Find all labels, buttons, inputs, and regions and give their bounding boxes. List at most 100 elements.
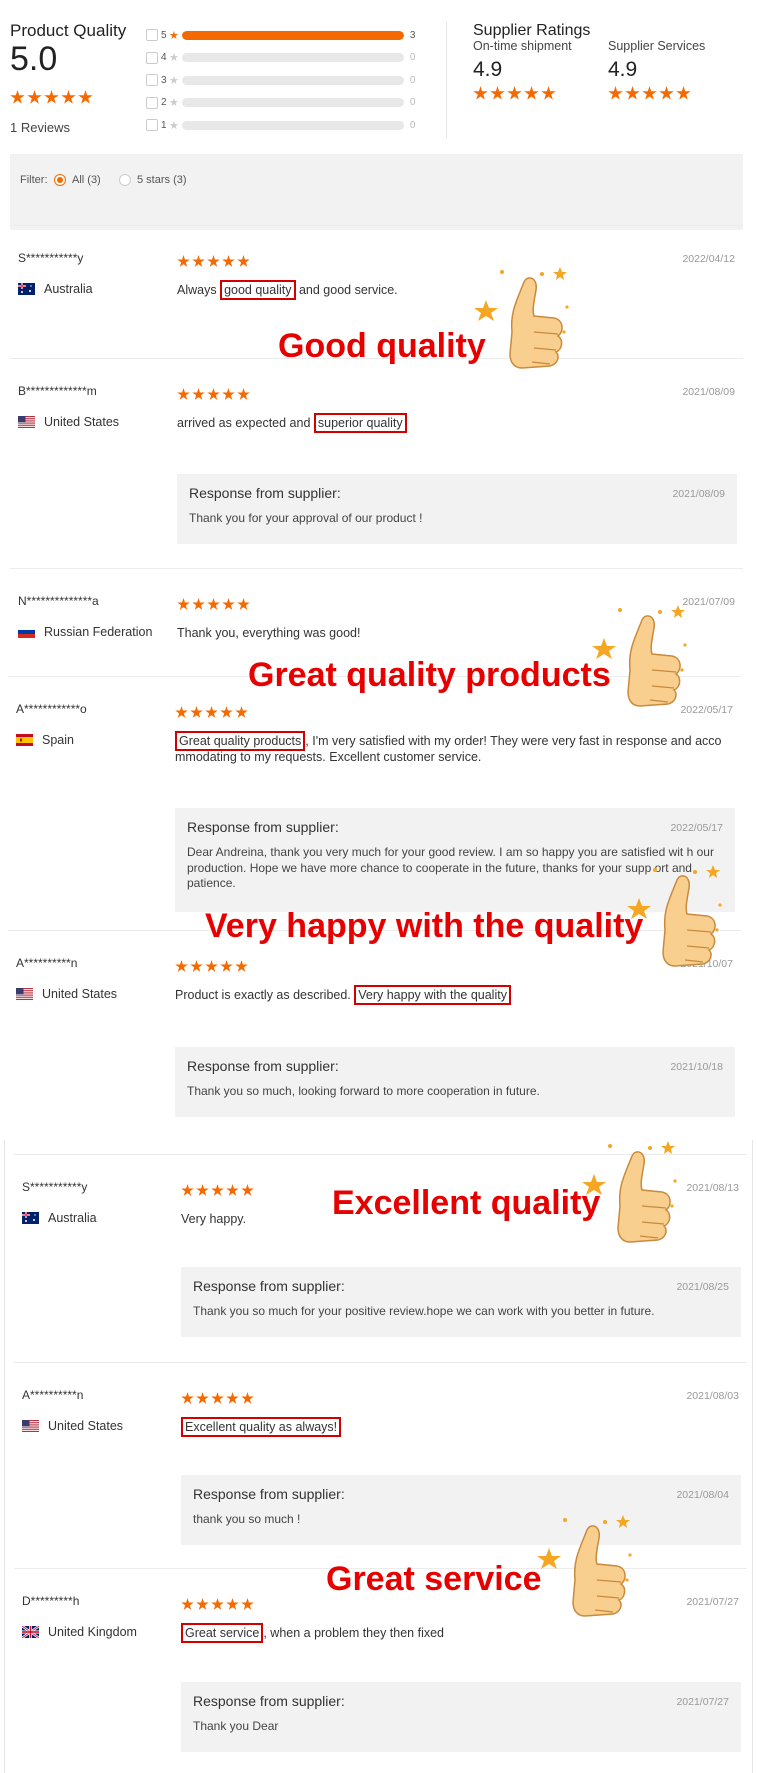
response-title: Response from supplier: [193,1486,345,1502]
australia-flag-icon [22,1212,48,1224]
review-text: Great service, when a problem they then … [181,1623,741,1643]
checkbox-icon[interactable] [146,96,158,109]
reviewer-name: D*********h [22,1594,80,1608]
review-text-part: arrived as expected and [177,416,314,430]
star-level: 5 [161,29,167,41]
reviewer-country: Australia [18,282,93,296]
supplier-response: Response from supplier: 2021/08/09 Thank y… [177,474,737,544]
review-text-part: Thank you, everything was good! [177,626,361,640]
star-icon: ★ [169,97,179,110]
star-count: 0 [409,74,416,86]
distribution-bar [181,53,404,63]
supplier-response: Response from supplier: 2021/08/04 thank y… [181,1475,741,1545]
review-item: A**********n United States 2021/08/03 Excel… [14,1362,747,1568]
response-title: Response from supplier: [187,1058,339,1074]
response-date: 2021/07/27 [676,1696,729,1708]
caption-excellent-quality: Excellent quality [332,1184,601,1222]
divider [4,1140,5,1773]
uk-flag-icon [22,1626,48,1638]
distribution-bar [181,98,404,108]
country-name: United States [48,1419,124,1433]
us-flag-icon [18,416,44,428]
star-distribution-row[interactable]: 4 ★ 0 [146,47,426,70]
star-count: 0 [409,52,416,64]
reviewer-country: Spain [16,733,74,747]
reviewer-country: Russian Federation [18,625,152,639]
reviewer-country: United States [18,415,119,429]
ontime-shipment-rating: On-time shipment 4.9 [473,39,572,101]
thumbs-up-icon [537,1515,632,1617]
supplier-services-stars [608,86,705,101]
thumbs-up-icon [592,605,687,707]
supplier-services-rating: Supplier Services 4.9 [608,39,705,101]
product-quality-stars [10,90,93,105]
reviewer-country: Australia [22,1211,97,1225]
filter-all-radio[interactable]: All (3) [54,174,101,186]
star-count: 0 [409,119,416,131]
review-text-part: , when a problem they then fixed [263,1626,445,1640]
response-date: 2022/05/17 [670,822,723,834]
divider [752,1140,753,1773]
product-quality-score: 5.0 [10,40,58,78]
reviewer-country: United States [22,1419,123,1433]
checkbox-icon[interactable] [146,51,158,64]
caption-great-quality-products: Great quality products [248,656,611,694]
reviewer-name: A**********n [22,1388,84,1402]
review-text: Great quality products, I'm very satisfi… [175,731,735,765]
review-text-part: Always [177,283,221,297]
response-text: Thank you so much, looking forward to mo… [187,1084,540,1098]
reviews-count: 1 Reviews [10,120,70,135]
review-stars [177,255,250,268]
filter-5stars-radio[interactable]: 5 stars (3) [119,174,187,186]
caption-very-happy: Very happy with the quality [205,907,644,945]
review-date: 2021/08/09 [682,386,735,398]
checkbox-icon[interactable] [146,74,158,87]
supplier-response: Response from supplier: 2021/08/25 Thank y… [181,1267,741,1337]
country-name: Australia [44,282,93,296]
checkbox-icon[interactable] [146,29,158,42]
supplier-response: Response from supplier: 2021/10/18 Thank y… [175,1047,735,1117]
reviewer-name: S***********y [22,1180,88,1194]
reviewer-name: A************o [16,702,87,716]
star-distribution-row[interactable]: 3 ★ 0 [146,69,426,92]
review-date: 2021/08/13 [686,1182,739,1194]
review-text: Excellent quality as always! [181,1417,741,1437]
star-distribution-row[interactable]: 5 ★ 3 [146,24,426,47]
star-level: 2 [161,97,167,109]
review-stars [181,1392,254,1405]
australia-flag-icon [18,283,44,295]
thumbs-up-icon [582,1141,677,1243]
review-stars [175,960,248,973]
review-stars [177,598,250,611]
radio-selected-icon [54,174,66,186]
reviewer-country: United Kingdom [22,1625,137,1639]
reviewer-name: S***********y [18,251,84,265]
review-text-part: and good service. [295,283,398,297]
review-date: 2021/07/27 [686,1596,739,1608]
caption-great-service: Great service [326,1560,542,1598]
ontime-shipment-score: 4.9 [473,58,503,81]
caption-good-quality: Good quality [278,327,486,365]
star-distribution-row[interactable]: 2 ★ 0 [146,92,426,115]
response-date: 2021/08/09 [672,488,725,500]
distribution-bar [181,120,404,130]
checkbox-icon[interactable] [146,119,158,132]
divider [446,22,447,138]
response-text: Thank you so much for your positive revi… [193,1304,655,1318]
response-title: Response from supplier: [187,819,339,835]
radio-unselected-icon [119,174,131,186]
review-text-part: Very happy. [181,1212,247,1226]
supplier-ratings-title: Supplier Ratings [473,22,591,39]
star-level: 4 [161,52,167,64]
distribution-bar-fill [181,30,404,40]
response-title: Response from supplier: [189,485,341,501]
filter-5stars-label: 5 stars (3) [137,174,187,186]
ontime-shipment-label: On-time shipment [473,39,572,53]
us-flag-icon [16,988,42,1000]
response-date: 2021/08/04 [676,1489,729,1501]
response-title: Response from supplier: [193,1693,345,1709]
review-highlight: Great service [181,1623,264,1643]
review-item: B*************m United States 2021/08/09 ar… [10,358,743,568]
star-distribution-row[interactable]: 1 ★ 0 [146,114,426,137]
review-text: Product is exactly as described. Very ha… [175,985,735,1005]
